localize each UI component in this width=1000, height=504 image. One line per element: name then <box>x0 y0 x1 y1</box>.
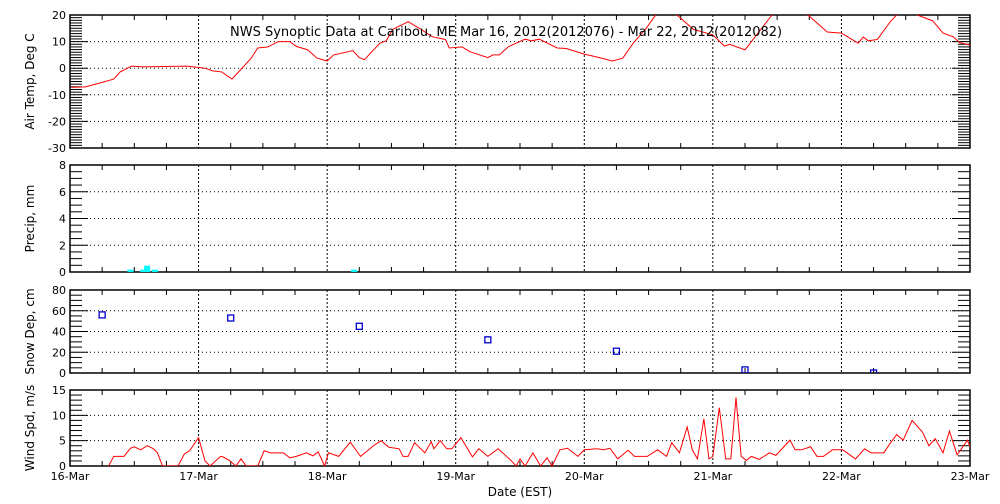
x-tick-label: 17-Mar <box>179 470 218 483</box>
weather-chart: -30 -20 -10 0 10 20 Air Temp, Deg C 0 2 4 6 8 Precip… <box>0 0 1000 500</box>
precip-bar <box>152 270 158 272</box>
snow-depth-ytick-label: 0 <box>59 367 66 380</box>
precip-bar <box>351 270 357 272</box>
air-temp-series-line <box>71 7 970 87</box>
wind-speed-ytick-label: 15 <box>52 384 66 397</box>
precip-ylabel: Precip, mm <box>23 185 37 253</box>
snow-depth-ytick-label: 40 <box>52 326 66 339</box>
precip-ytick-label: 2 <box>59 239 66 252</box>
x-tick-label: 19-Mar <box>436 470 475 483</box>
wind-speed-ytick-label: 10 <box>52 409 66 422</box>
wind-speed-frame <box>70 390 970 466</box>
snow-depth-ytick-label: 80 <box>52 284 66 297</box>
air-temp-ytick-label: -20 <box>48 115 66 128</box>
air-temp-ytick-label: -30 <box>48 142 66 155</box>
air-temp-ytick-label: 10 <box>52 36 66 49</box>
x-tick-label: 16-Mar <box>51 470 90 483</box>
x-axis-label: Date (EST) <box>488 485 552 499</box>
snow-depth-ytick-label: 20 <box>52 346 66 359</box>
snow-depth-point <box>228 315 234 321</box>
snow-depth-point <box>485 337 491 343</box>
x-tick-label: 18-Mar <box>308 470 347 483</box>
precip-bar <box>144 266 150 272</box>
wind-speed-ytick-label: 5 <box>59 435 66 448</box>
snow-depth-ylabel: Snow Dep, cm <box>23 288 37 374</box>
wind-speed-ylabel: Wind Spd, m/s <box>23 385 37 471</box>
snow-depth-point <box>356 323 362 329</box>
snow-depth-ytick-label: 60 <box>52 305 66 318</box>
x-tick-label: 23-Mar <box>951 470 990 483</box>
chart-title: NWS Synoptic Data at Caribou, ME Mar 16,… <box>230 25 782 40</box>
x-tick-label: 21-Mar <box>693 470 732 483</box>
air-temp-ytick-label: 0 <box>59 62 66 75</box>
snow-depth-point <box>613 348 619 354</box>
precip-ytick-label: 6 <box>59 186 66 199</box>
snow-depth-point <box>99 312 105 318</box>
air-temp-ylabel: Air Temp, Deg C <box>23 33 37 129</box>
air-temp-ytick-label: -10 <box>48 89 66 102</box>
precip-ytick-label: 0 <box>59 266 66 279</box>
wind-speed-series-line <box>109 398 970 466</box>
precip-bar <box>127 270 133 272</box>
x-tick-label: 20-Mar <box>565 470 604 483</box>
precip-ytick-label: 4 <box>59 213 66 226</box>
x-tick-label: 22-Mar <box>822 470 861 483</box>
air-temp-ytick-label: 20 <box>52 9 66 22</box>
precip-ytick-label: 8 <box>59 159 66 172</box>
